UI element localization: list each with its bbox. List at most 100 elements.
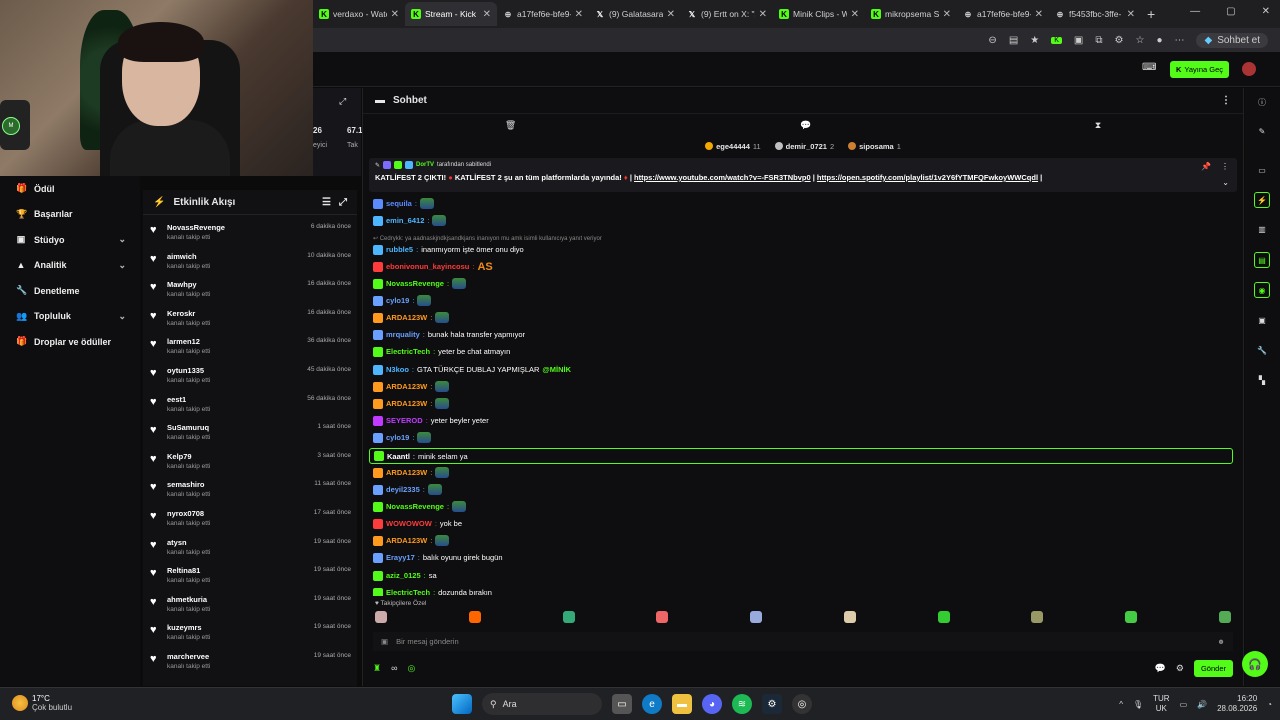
pinned-user[interactable]: DorTV	[416, 162, 434, 168]
activity-user[interactable]: marchervee	[167, 652, 210, 661]
browser-tab[interactable]: K Stream - Kick D ✕	[405, 2, 497, 26]
edge-icon[interactable]: e	[642, 694, 662, 714]
sidebar-item[interactable]: ▣ Stüdyo ⌄	[0, 227, 140, 253]
discord-icon[interactable]: ◕	[702, 694, 722, 714]
chat-username[interactable]: Kaantl	[387, 452, 410, 461]
zoom-icon[interactable]: ⊖	[988, 35, 996, 46]
emote-icon[interactable]	[750, 611, 763, 623]
split-icon[interactable]: ⚙	[1115, 35, 1124, 46]
activity-user[interactable]: Mawhpy	[167, 280, 210, 289]
speaker-icon[interactable]: 🔊	[1197, 700, 1207, 709]
favorites-icon[interactable]: ☆	[1135, 35, 1144, 46]
notification-icon[interactable]: ◔	[1267, 700, 1272, 709]
target-icon[interactable]: ◉	[1254, 282, 1270, 298]
chat-username[interactable]: sequila	[386, 199, 412, 208]
chevron-down-icon[interactable]: ⌄	[1222, 178, 1229, 187]
close-icon[interactable]: ✕	[483, 9, 491, 20]
pinned-link-youtube[interactable]: https://www.youtube.com/watch?v=-FSR3TNb…	[634, 173, 811, 182]
more-icon[interactable]: ⋯	[1174, 35, 1184, 46]
chat-mention[interactable]: @MİNİK	[542, 365, 571, 374]
keyboard-icon[interactable]: ⌨	[1142, 62, 1156, 73]
puzzle-icon[interactable]: ⧉	[1095, 35, 1102, 46]
chat-input[interactable]: ▣ Bir mesaj gönderin ☻	[373, 632, 1233, 651]
leader-entry[interactable]: demir_0721 2	[774, 142, 834, 151]
chat-username[interactable]: mrquality	[386, 330, 420, 339]
send-button[interactable]: Gönder	[1193, 659, 1233, 677]
chat-username[interactable]: ARDA123W	[386, 468, 427, 477]
spotify-icon[interactable]: ≋	[732, 694, 752, 714]
chat-username[interactable]: ebonivonun_kayincosu	[386, 262, 469, 271]
sidebar-item[interactable]: 🎁 Droplar ve ödüller	[0, 329, 140, 355]
chat-username[interactable]: ARDA123W	[386, 382, 427, 391]
emote-icon[interactable]	[562, 611, 575, 623]
infinity-icon[interactable]: ∞	[391, 663, 397, 673]
info-icon[interactable]: ⓘ	[1254, 94, 1270, 110]
timer-icon[interactable]: ◎	[408, 663, 416, 674]
activity-user[interactable]: Keroskr	[167, 309, 210, 318]
chevron-up-icon[interactable]: ^	[1119, 700, 1123, 709]
close-icon[interactable]: ✕	[1262, 6, 1270, 17]
filter-icon[interactable]: ☰	[322, 197, 331, 208]
close-icon[interactable]: ✕	[667, 9, 675, 20]
close-icon[interactable]: ✕	[391, 9, 399, 20]
browser-tab[interactable]: ⊕ a17fef6e-bfe9- ✕	[497, 2, 589, 26]
chat-username[interactable]: NovassRevenge	[386, 279, 444, 288]
close-icon[interactable]: ✕	[1127, 9, 1135, 20]
chrome-icon[interactable]: ◎	[792, 694, 812, 714]
activity-user[interactable]: larmen12	[167, 337, 210, 346]
star-icon[interactable]: ★	[1030, 35, 1039, 46]
browser-tab[interactable]: Kverdaxo - Watc ✕	[313, 2, 405, 26]
sidebar-item[interactable]: 🎁 Ödül	[0, 176, 140, 202]
close-icon[interactable]: ✕	[851, 9, 859, 20]
browser-tab[interactable]: K Minik Clips - W ✕	[773, 2, 865, 26]
user-avatar[interactable]	[1242, 62, 1256, 76]
kick-ext-icon[interactable]: K	[1051, 36, 1062, 44]
emote-icon[interactable]	[937, 611, 950, 623]
stats-icon[interactable]: ▚	[1254, 372, 1270, 388]
activity-user[interactable]: NovassRevenge	[167, 223, 225, 232]
monitor-icon[interactable]: ▭	[1180, 700, 1188, 709]
gear-icon[interactable]: ⚙	[1176, 663, 1184, 674]
sidebar-item[interactable]: 👥 Topluluk ⌄	[0, 304, 140, 330]
browser-tab[interactable]: ⊕ a17fef6e-bfe9- ✕	[957, 2, 1049, 26]
activity-user[interactable]: atysn	[167, 538, 210, 547]
chat-username[interactable]: WOWOWOW	[386, 519, 432, 528]
expand-icon[interactable]: ⤢	[339, 197, 347, 208]
activity-user[interactable]: aimwich	[167, 252, 210, 261]
chat-username[interactable]: emin_6412	[386, 216, 424, 225]
activity-user[interactable]: ahmetkuria	[167, 595, 210, 604]
new-tab-icon[interactable]: +	[1147, 6, 1155, 22]
browser-tab[interactable]: Kmikropsema St ✕	[865, 2, 957, 26]
chat-username[interactable]: SEYEROD	[386, 416, 423, 425]
copilot-button[interactable]: ◆ Sohbet et	[1196, 32, 1268, 48]
go-live-button[interactable]: K Yayına Geç	[1170, 61, 1229, 78]
sidebar-item[interactable]: ▲ Analitik ⌄	[0, 253, 140, 279]
close-icon[interactable]: ✕	[1035, 9, 1043, 20]
browser-tab[interactable]: 𝕏 (9) Galatasaray ✕	[589, 2, 681, 26]
steam-icon[interactable]: ⚙	[762, 694, 782, 714]
task-view-icon[interactable]: ▭	[612, 694, 632, 714]
inbox-icon[interactable]: ▣	[1254, 312, 1270, 328]
chat-username[interactable]: ARDA123W	[386, 536, 427, 545]
chat-username[interactable]: ElectricTech	[386, 588, 430, 596]
comment-icon[interactable]: 💬	[800, 120, 811, 131]
emote-icon[interactable]	[1125, 611, 1138, 623]
emote-icon[interactable]	[843, 611, 856, 623]
taskbar-search[interactable]: ⚲ Ara	[482, 693, 602, 715]
browser-tab[interactable]: 𝕏 (9) Ertt on X: "s ✕	[681, 2, 773, 26]
bolt-icon[interactable]: ⚡	[1254, 192, 1270, 208]
language-indicator[interactable]: TUR UK	[1153, 694, 1169, 714]
file-explorer-icon[interactable]: ▬	[672, 694, 692, 714]
chat-username[interactable]: NovassRevenge	[386, 502, 444, 511]
emote-icon[interactable]	[1031, 611, 1044, 623]
unpin-icon[interactable]: 📌	[1201, 162, 1211, 171]
extension-icon[interactable]: ▣	[1074, 35, 1083, 46]
chat-username[interactable]: ElectricTech	[386, 347, 430, 356]
hourglass-icon[interactable]: ⧗	[1095, 120, 1101, 131]
emote-icon[interactable]	[375, 611, 387, 623]
sidebar-item[interactable]: 🏆 Başarılar	[0, 202, 140, 228]
profile-icon[interactable]: ●	[1156, 35, 1162, 46]
emote-icon[interactable]	[1218, 611, 1231, 623]
activity-user[interactable]: Kelp79	[167, 452, 210, 461]
sidebar-item[interactable]: 🔧 Denetleme	[0, 278, 140, 304]
